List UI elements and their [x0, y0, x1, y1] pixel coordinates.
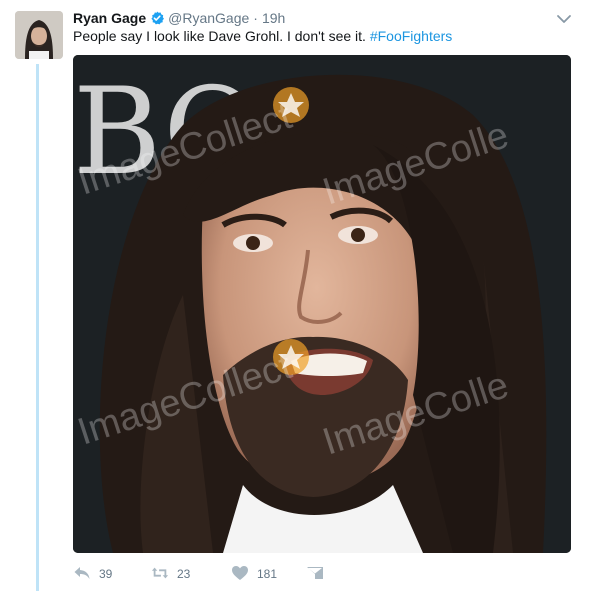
reply-button[interactable]: 39 [73, 565, 112, 584]
like-count: 181 [257, 567, 278, 581]
retweet-button[interactable]: 23 [151, 565, 190, 584]
retweet-count: 23 [177, 567, 191, 581]
hashtag-link[interactable]: #FooFighters [370, 28, 452, 44]
user-handle[interactable]: @RyanGage [168, 10, 249, 26]
reply-icon [73, 565, 91, 584]
direct-message-button[interactable] [306, 565, 324, 584]
tweet-photo[interactable]: BO T [73, 55, 571, 553]
tweet-text-body: People say I look like Dave Grohl. I don… [73, 28, 370, 44]
tweet[interactable]: Ryan Gage @RyanGage · 19h People say I l… [0, 0, 600, 591]
tweet-header: Ryan Gage @RyanGage · 19h [73, 8, 285, 28]
verified-badge-icon [150, 11, 165, 25]
like-button[interactable]: 181 [231, 565, 277, 584]
separator: · [253, 10, 258, 26]
direct-message-icon [306, 565, 324, 584]
tweet-text: People say I look like Dave Grohl. I don… [73, 27, 452, 45]
heart-icon [231, 565, 249, 584]
thread-line [36, 64, 39, 591]
reply-count: 39 [99, 567, 113, 581]
display-name[interactable]: Ryan Gage [73, 10, 146, 26]
timestamp[interactable]: 19h [262, 10, 285, 26]
retweet-icon [151, 565, 169, 584]
avatar[interactable] [15, 11, 63, 59]
chevron-down-icon[interactable] [556, 12, 572, 24]
